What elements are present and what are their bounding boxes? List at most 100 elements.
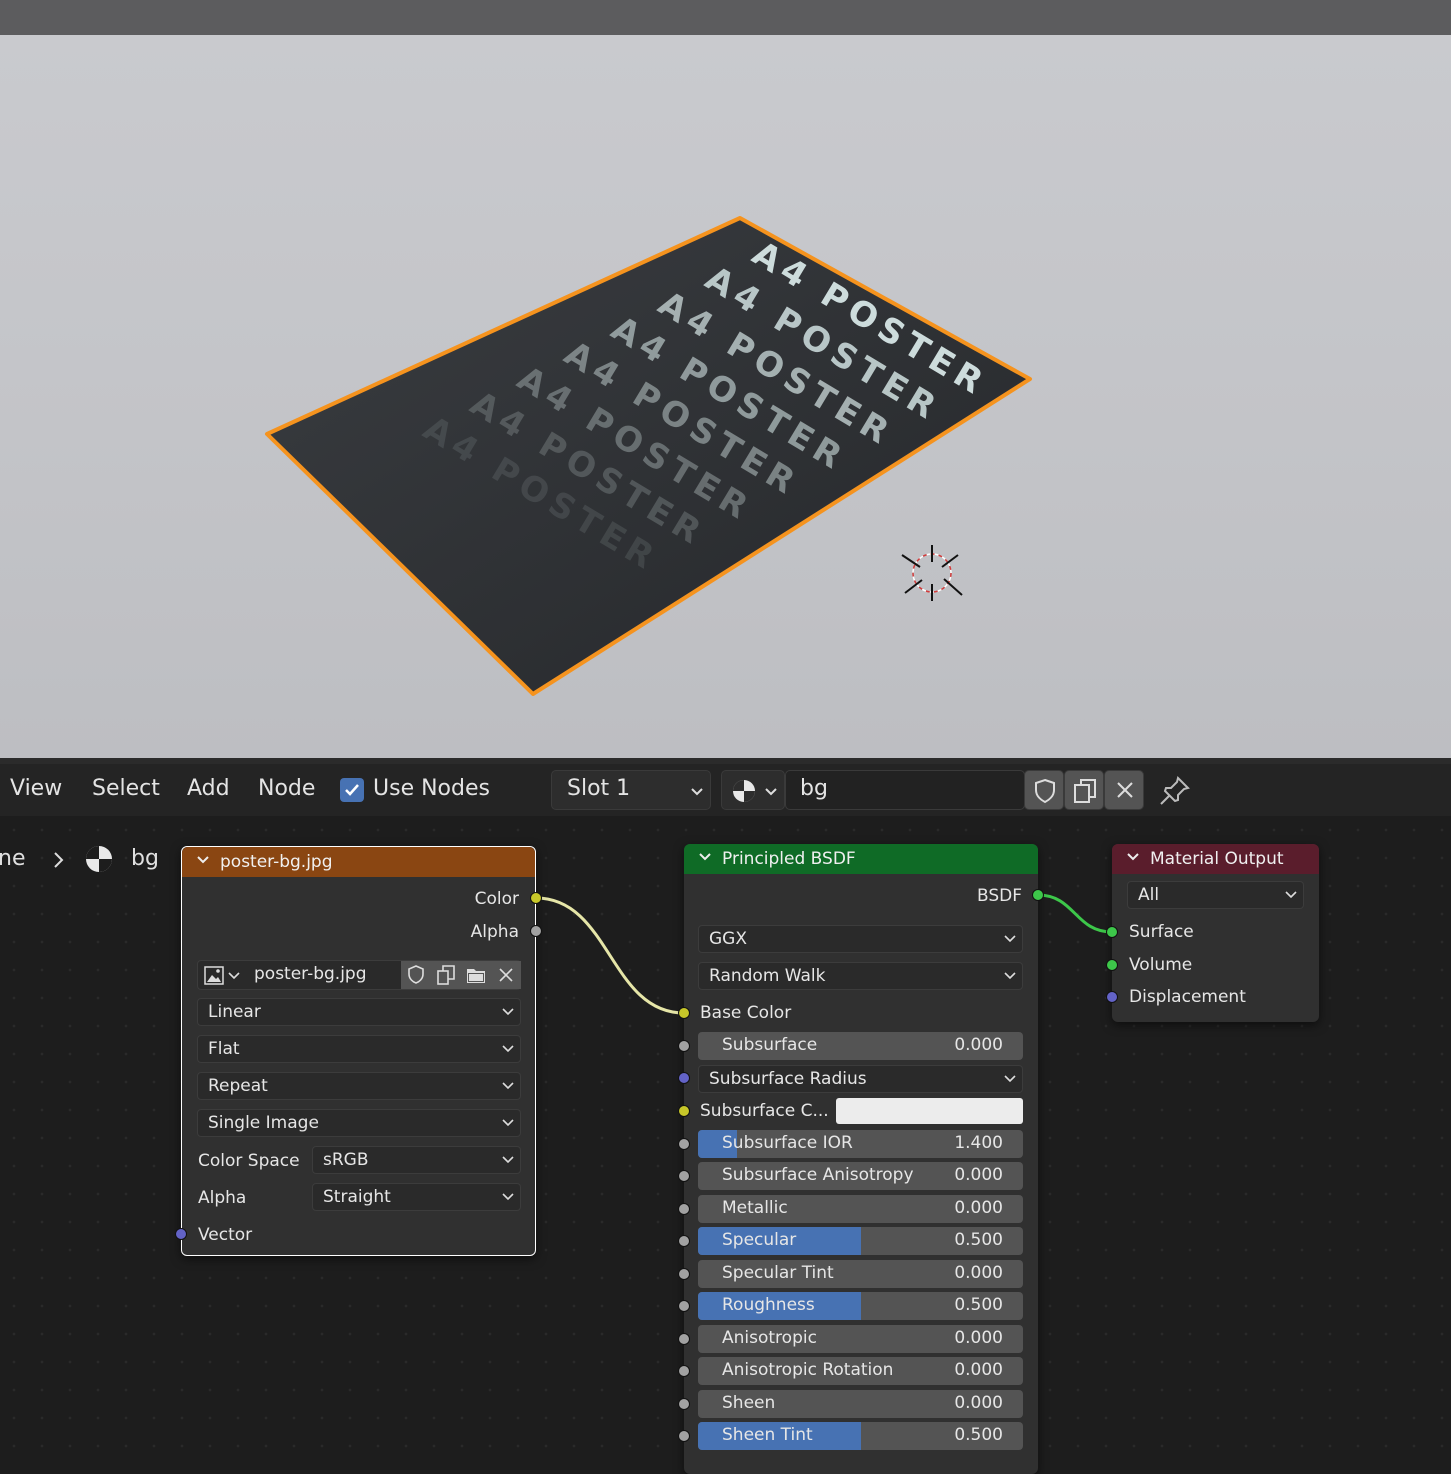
chevron-down-icon <box>502 1156 514 1164</box>
slider-value: 0.000 <box>954 1035 1003 1055</box>
output-color-label: Color <box>474 889 519 909</box>
socket-slider-input[interactable] <box>678 1040 690 1052</box>
slider-roughness[interactable]: Roughness 0.500 <box>698 1292 1023 1320</box>
node-header[interactable]: Material Output <box>1112 844 1319 874</box>
socket-color-output[interactable] <box>530 892 542 904</box>
image-texture-node[interactable]: poster-bg.jpg Color Alpha poster-bg.jpg … <box>181 846 536 1256</box>
slider-value: 0.000 <box>954 1328 1003 1348</box>
chevron-down-icon <box>1285 891 1297 899</box>
collapse-chevron-icon[interactable] <box>698 852 712 862</box>
socket-slider-input[interactable] <box>678 1203 690 1215</box>
socket-slider-input[interactable] <box>678 1138 690 1150</box>
link-color-to-base-color <box>535 896 685 1015</box>
input-base-color-label: Base Color <box>700 1003 792 1023</box>
slider-sheen[interactable]: Sheen 0.000 <box>698 1390 1023 1418</box>
fake-user-button[interactable] <box>401 961 431 989</box>
extension-dropdown[interactable]: Repeat <box>197 1072 521 1100</box>
chevron-down-icon <box>1004 935 1016 943</box>
material-output-node[interactable]: Material Output All Surface Volume Displ… <box>1112 844 1319 1022</box>
socket-slider-input[interactable] <box>678 1170 690 1182</box>
collapse-chevron-icon[interactable] <box>196 855 210 865</box>
input-subsurface-color-label: Subsurface C... <box>700 1101 829 1121</box>
distribution-value: GGX <box>709 929 747 949</box>
source-value: Single Image <box>208 1113 319 1133</box>
subsurface-method-value: Random Walk <box>709 966 826 986</box>
image-name[interactable]: poster-bg.jpg <box>254 964 367 984</box>
socket-volume-input[interactable] <box>1106 959 1118 971</box>
slider-label: Sheen Tint <box>722 1425 813 1445</box>
subsurface-color-swatch[interactable] <box>836 1098 1023 1124</box>
node-header[interactable]: poster-bg.jpg <box>182 847 535 877</box>
duplicate-icon <box>437 965 455 985</box>
socket-slider-input[interactable] <box>678 1300 690 1312</box>
slider-value: 1.400 <box>954 1133 1003 1153</box>
slider-label: Roughness <box>722 1295 815 1315</box>
output-alpha-label: Alpha <box>470 922 519 942</box>
slider-value: 0.500 <box>954 1425 1003 1445</box>
node-title: Material Output <box>1150 849 1284 869</box>
slider-value: 0.000 <box>954 1360 1003 1380</box>
slider-label: Specular Tint <box>722 1263 834 1283</box>
socket-surface-input[interactable] <box>1106 926 1118 938</box>
target-value: All <box>1138 885 1160 905</box>
slider-metallic[interactable]: Metallic 0.000 <box>698 1195 1023 1223</box>
chevron-down-icon <box>502 1119 514 1127</box>
slider-specular[interactable]: Specular 0.500 <box>698 1227 1023 1255</box>
chevron-down-icon <box>502 1008 514 1016</box>
slider-anisotropic-rotation[interactable]: Anisotropic Rotation 0.000 <box>698 1357 1023 1385</box>
input-vector-label: Vector <box>198 1225 253 1245</box>
slider-label: Subsurface Anisotropy <box>722 1165 914 1185</box>
slider-value: 0.500 <box>954 1230 1003 1250</box>
image-selector[interactable]: poster-bg.jpg <box>197 960 521 990</box>
socket-slider-input[interactable] <box>678 1398 690 1410</box>
socket-vector-input[interactable] <box>175 1228 187 1240</box>
slider-subsurface[interactable]: Subsurface 0.000 <box>698 1032 1023 1060</box>
slider-specular-tint[interactable]: Specular Tint 0.000 <box>698 1260 1023 1288</box>
socket-alpha-output[interactable] <box>530 925 542 937</box>
target-dropdown[interactable]: All <box>1127 881 1304 909</box>
distribution-dropdown[interactable]: GGX <box>698 925 1023 953</box>
slider-subsurface-anisotropy[interactable]: Subsurface Anisotropy 0.000 <box>698 1162 1023 1190</box>
slider-label: Specular <box>722 1230 797 1250</box>
alpha-mode-dropdown[interactable]: Straight <box>312 1183 521 1211</box>
chevron-down-icon <box>1004 972 1016 980</box>
socket-subsurface-color-input[interactable] <box>678 1105 690 1117</box>
slider-label: Sheen <box>722 1393 776 1413</box>
socket-bsdf-output[interactable] <box>1032 889 1044 901</box>
color-space-dropdown[interactable]: sRGB <box>312 1146 521 1174</box>
subsurface-radius-dropdown[interactable]: Subsurface Radius <box>698 1065 1023 1093</box>
subsurface-method-dropdown[interactable]: Random Walk <box>698 962 1023 990</box>
link-bsdf-to-surface <box>1037 893 1113 934</box>
input-surface-label: Surface <box>1129 922 1194 942</box>
projection-dropdown[interactable]: Flat <box>197 1035 521 1063</box>
socket-slider-input[interactable] <box>678 1333 690 1345</box>
input-displacement-label: Displacement <box>1129 987 1246 1007</box>
image-icon[interactable] <box>204 966 226 986</box>
chevron-down-icon <box>502 1045 514 1053</box>
open-image-button[interactable] <box>461 961 491 989</box>
socket-slider-input[interactable] <box>678 1430 690 1442</box>
slider-label: Anisotropic <box>722 1328 817 1348</box>
socket-slider-input[interactable] <box>678 1365 690 1377</box>
slider-label: Anisotropic Rotation <box>722 1360 894 1380</box>
collapse-chevron-icon[interactable] <box>1126 852 1140 862</box>
interpolation-dropdown[interactable]: Linear <box>197 998 521 1026</box>
socket-subsurface-radius-input[interactable] <box>678 1072 690 1084</box>
chevron-down-icon <box>502 1082 514 1090</box>
slider-anisotropic[interactable]: Anisotropic 0.000 <box>698 1325 1023 1353</box>
socket-slider-input[interactable] <box>678 1268 690 1280</box>
socket-slider-input[interactable] <box>678 1235 690 1247</box>
color-space-label: Color Space <box>198 1151 300 1171</box>
slider-sheen-tint[interactable]: Sheen Tint 0.500 <box>698 1422 1023 1450</box>
principled-bsdf-node[interactable]: Principled BSDF BSDF GGX Random Walk Bas… <box>684 844 1038 1474</box>
new-image-button[interactable] <box>431 961 461 989</box>
unlink-image-button[interactable] <box>491 961 521 989</box>
slider-subsurface-ior[interactable]: Subsurface IOR 1.400 <box>698 1130 1023 1158</box>
projection-value: Flat <box>208 1039 240 1059</box>
node-header[interactable]: Principled BSDF <box>684 844 1038 874</box>
socket-displacement-input[interactable] <box>1106 991 1118 1003</box>
color-space-value: sRGB <box>323 1150 369 1170</box>
slider-value: 0.000 <box>954 1165 1003 1185</box>
socket-base-color-input[interactable] <box>678 1007 690 1019</box>
source-dropdown[interactable]: Single Image <box>197 1109 521 1137</box>
